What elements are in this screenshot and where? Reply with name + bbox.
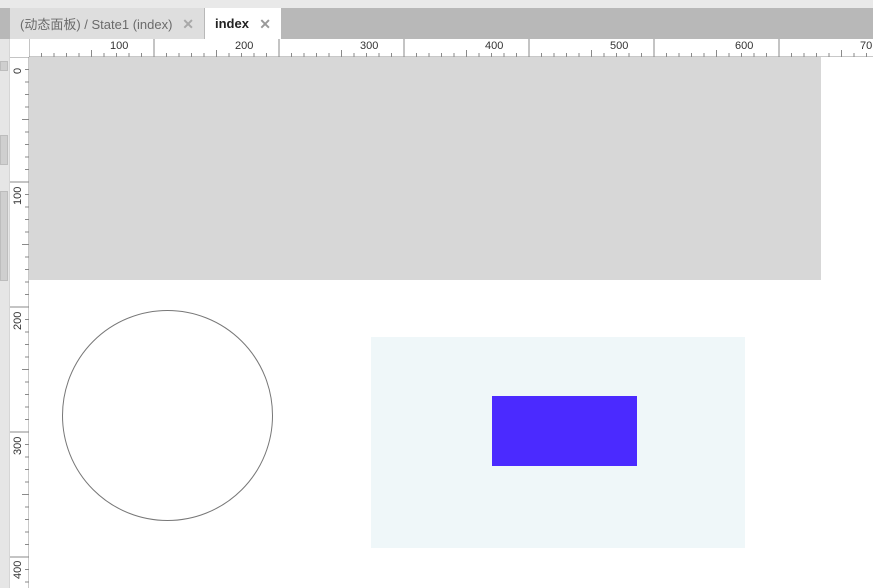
window-top-strip	[0, 0, 873, 8]
ruler-label-v100: 100	[12, 186, 24, 205]
circle-widget[interactable]	[62, 310, 273, 521]
tab-label: (动态面板) / State1 (index)	[20, 17, 173, 32]
tab-dynamic-panel-state1[interactable]: (动态面板) / State1 (index) ✕	[10, 8, 204, 39]
horizontal-ruler: 100 200 300 400 500 600 70	[10, 39, 873, 57]
ruler-label-300: 300	[360, 40, 379, 52]
close-icon[interactable]: ✕	[182, 17, 194, 31]
gray-rectangle-widget[interactable]	[29, 57, 821, 280]
tab-bar: (动态面板) / State1 (index) ✕ index ✕	[0, 8, 873, 39]
ruler-label-v0: 0	[12, 67, 24, 74]
ruler-label-v400: 400	[12, 560, 24, 579]
vertical-ruler: 0 100 200 300 400	[10, 57, 29, 588]
tab-index[interactable]: index ✕	[205, 8, 281, 39]
left-side-strip	[0, 39, 10, 588]
close-icon[interactable]: ✕	[259, 17, 271, 31]
side-handle[interactable]	[0, 61, 8, 71]
ruler-label-700: 70	[860, 40, 873, 52]
ruler-label-200: 200	[235, 40, 254, 52]
design-canvas[interactable]	[29, 57, 873, 588]
ruler-label-500: 500	[610, 40, 629, 52]
side-handle[interactable]	[0, 191, 8, 281]
tab-label: index	[215, 16, 249, 31]
ruler-label-100: 100	[110, 40, 129, 52]
ruler-label-v200: 200	[12, 311, 24, 330]
ruler-label-600: 600	[735, 40, 754, 52]
ruler-label-400: 400	[485, 40, 504, 52]
ruler-label-v300: 300	[12, 436, 24, 455]
side-handle[interactable]	[0, 135, 8, 165]
blue-rectangle-widget[interactable]	[492, 396, 637, 466]
ruler-corner	[10, 39, 29, 57]
